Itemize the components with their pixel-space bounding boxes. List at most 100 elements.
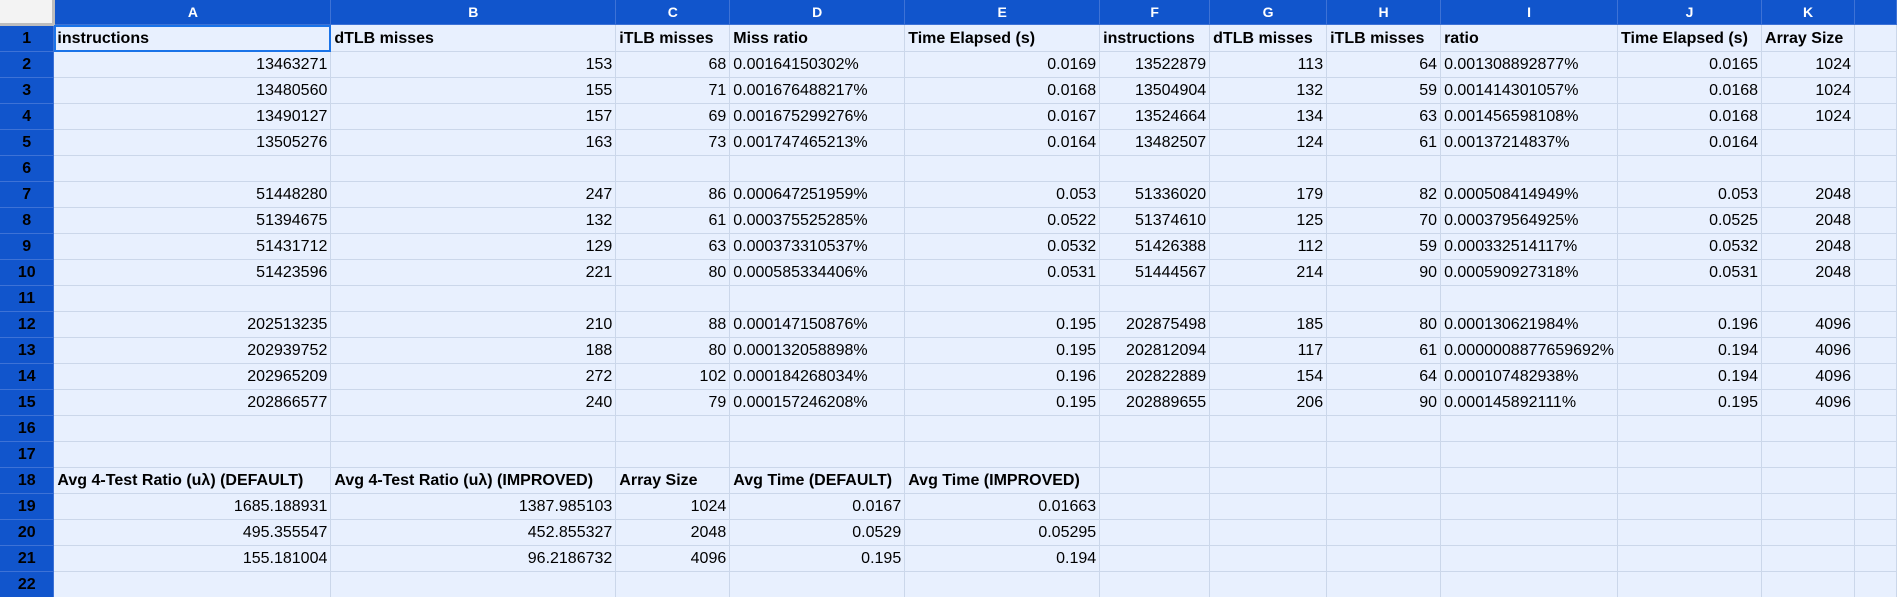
cell-extra13[interactable] xyxy=(1854,337,1897,364)
column-header-g[interactable]: G xyxy=(1209,0,1328,25)
cell-i3[interactable]: 0.001414301057% xyxy=(1440,77,1619,104)
cell-e5[interactable]: 0.0164 xyxy=(904,129,1101,156)
cell-d3[interactable]: 0.001676488217% xyxy=(729,77,906,104)
cell-h21[interactable] xyxy=(1326,545,1442,572)
cell-extra15[interactable] xyxy=(1854,389,1897,416)
cell-h9[interactable]: 59 xyxy=(1326,233,1442,260)
cell-i5[interactable]: 0.00137214837% xyxy=(1440,129,1619,156)
cell-h5[interactable]: 61 xyxy=(1326,129,1442,156)
cell-h11[interactable] xyxy=(1326,285,1442,312)
cell-i8[interactable]: 0.000379564925% xyxy=(1440,207,1619,234)
cell-k19[interactable] xyxy=(1761,493,1855,520)
cell-extra21[interactable] xyxy=(1854,545,1897,572)
cell-g18[interactable] xyxy=(1209,467,1328,494)
cell-g6[interactable] xyxy=(1209,155,1328,182)
column-header-e[interactable]: E xyxy=(904,0,1101,25)
cell-a5[interactable]: 13505276 xyxy=(53,129,332,156)
cell-extra20[interactable] xyxy=(1854,519,1897,546)
cell-e11[interactable] xyxy=(904,285,1101,312)
cell-extra9[interactable] xyxy=(1854,233,1897,260)
cell-f4[interactable]: 13524664 xyxy=(1099,103,1211,130)
cell-f20[interactable] xyxy=(1099,519,1211,546)
cell-c22[interactable] xyxy=(615,571,731,597)
cell-f5[interactable]: 13482507 xyxy=(1099,129,1211,156)
cell-a18[interactable]: Avg 4-Test Ratio (uλ) (DEFAULT) xyxy=(53,467,332,494)
cell-e22[interactable] xyxy=(904,571,1101,597)
column-header-i[interactable]: I xyxy=(1440,0,1619,25)
cell-f9[interactable]: 51426388 xyxy=(1099,233,1211,260)
cell-i4[interactable]: 0.001456598108% xyxy=(1440,103,1619,130)
row-header-5[interactable]: 5 xyxy=(0,129,55,156)
cell-j7[interactable]: 0.053 xyxy=(1617,181,1763,208)
cell-b17[interactable] xyxy=(330,441,617,468)
cell-extra2[interactable] xyxy=(1854,51,1897,78)
cell-e21[interactable]: 0.194 xyxy=(904,545,1101,572)
cell-k5[interactable] xyxy=(1761,129,1855,156)
cell-f11[interactable] xyxy=(1099,285,1211,312)
cell-j18[interactable] xyxy=(1617,467,1763,494)
cell-j5[interactable]: 0.0164 xyxy=(1617,129,1763,156)
cell-i20[interactable] xyxy=(1440,519,1619,546)
cell-a9[interactable]: 51431712 xyxy=(53,233,332,260)
cell-c12[interactable]: 88 xyxy=(615,311,731,338)
cell-d13[interactable]: 0.000132058898% xyxy=(729,337,906,364)
cell-a20[interactable]: 495.355547 xyxy=(53,519,332,546)
cell-j21[interactable] xyxy=(1617,545,1763,572)
cell-k15[interactable]: 4096 xyxy=(1761,389,1855,416)
cell-extra16[interactable] xyxy=(1854,415,1897,442)
cell-d16[interactable] xyxy=(729,415,906,442)
cell-b13[interactable]: 188 xyxy=(330,337,617,364)
cell-i21[interactable] xyxy=(1440,545,1619,572)
row-header-10[interactable]: 10 xyxy=(0,259,55,286)
cell-extra6[interactable] xyxy=(1854,155,1897,182)
cell-b10[interactable]: 221 xyxy=(330,259,617,286)
cell-k6[interactable] xyxy=(1761,155,1855,182)
cell-f6[interactable] xyxy=(1099,155,1211,182)
cell-g4[interactable]: 134 xyxy=(1209,103,1328,130)
cell-d8[interactable]: 0.000375525285% xyxy=(729,207,906,234)
column-header-extra[interactable] xyxy=(1854,0,1897,25)
cell-c20[interactable]: 2048 xyxy=(615,519,731,546)
cell-g2[interactable]: 113 xyxy=(1209,51,1328,78)
row-header-20[interactable]: 20 xyxy=(0,519,55,546)
cell-f14[interactable]: 202822889 xyxy=(1099,363,1211,390)
cell-d5[interactable]: 0.001747465213% xyxy=(729,129,906,156)
cell-i13[interactable]: 0.0000008877659692% xyxy=(1440,337,1619,364)
cell-e18[interactable]: Avg Time (IMPROVED) xyxy=(904,467,1101,494)
cell-g11[interactable] xyxy=(1209,285,1328,312)
cell-d20[interactable]: 0.0529 xyxy=(729,519,906,546)
cell-k17[interactable] xyxy=(1761,441,1855,468)
row-header-8[interactable]: 8 xyxy=(0,207,55,234)
cell-f21[interactable] xyxy=(1099,545,1211,572)
cell-k10[interactable]: 2048 xyxy=(1761,259,1855,286)
cell-k7[interactable]: 2048 xyxy=(1761,181,1855,208)
cell-i22[interactable] xyxy=(1440,571,1619,597)
column-header-k[interactable]: K xyxy=(1761,0,1855,25)
column-header-c[interactable]: C xyxy=(615,0,731,25)
cell-e7[interactable]: 0.053 xyxy=(904,181,1101,208)
cell-c3[interactable]: 71 xyxy=(615,77,731,104)
cell-h14[interactable]: 64 xyxy=(1326,363,1442,390)
cell-extra3[interactable] xyxy=(1854,77,1897,104)
cell-e16[interactable] xyxy=(904,415,1101,442)
cell-i16[interactable] xyxy=(1440,415,1619,442)
cell-extra22[interactable] xyxy=(1854,571,1897,597)
cell-i7[interactable]: 0.000508414949% xyxy=(1440,181,1619,208)
cell-j10[interactable]: 0.0531 xyxy=(1617,259,1763,286)
cell-k20[interactable] xyxy=(1761,519,1855,546)
cell-h7[interactable]: 82 xyxy=(1326,181,1442,208)
row-header-15[interactable]: 15 xyxy=(0,389,55,416)
cell-g15[interactable]: 206 xyxy=(1209,389,1328,416)
cell-a16[interactable] xyxy=(53,415,332,442)
cell-i1[interactable]: ratio xyxy=(1440,24,1619,52)
cell-b4[interactable]: 157 xyxy=(330,103,617,130)
cell-a1[interactable]: instructions xyxy=(53,24,332,52)
cell-c9[interactable]: 63 xyxy=(615,233,731,260)
cell-j8[interactable]: 0.0525 xyxy=(1617,207,1763,234)
column-header-d[interactable]: D xyxy=(729,0,906,25)
row-header-14[interactable]: 14 xyxy=(0,363,55,390)
cell-k3[interactable]: 1024 xyxy=(1761,77,1855,104)
cell-b11[interactable] xyxy=(330,285,617,312)
cell-a17[interactable] xyxy=(53,441,332,468)
cell-f16[interactable] xyxy=(1099,415,1211,442)
